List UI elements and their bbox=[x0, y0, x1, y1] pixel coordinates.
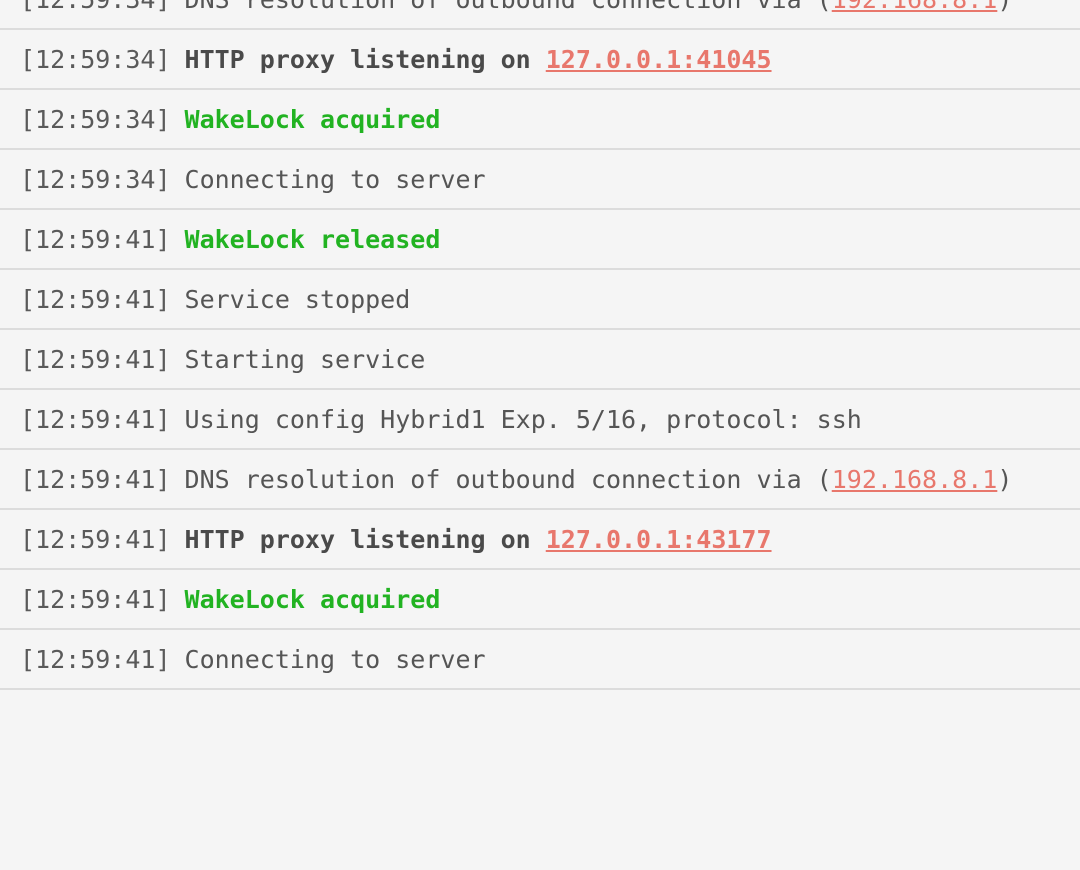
log-timestamp: [12:59:34] bbox=[20, 104, 171, 134]
log-entry: [12:59:41] WakeLock acquired bbox=[0, 570, 1080, 630]
log-entry: [12:59:41] HTTP proxy listening on 127.0.… bbox=[0, 510, 1080, 570]
log-message-text: Connecting to server bbox=[184, 164, 486, 194]
log-message: Using config Hybrid1 Exp. 5/16, protocol… bbox=[185, 405, 862, 434]
log-message-text: Starting service bbox=[184, 344, 426, 374]
log-timestamp: [12:59:41] bbox=[20, 344, 171, 374]
log-message-suffix: ) bbox=[997, 464, 1013, 494]
log-message: HTTP proxy listening on 127.0.0.1:41045 bbox=[185, 45, 772, 74]
log-message-text: WakeLock acquired bbox=[184, 104, 441, 134]
log-message-text: DNS resolution of outbound connection vi… bbox=[184, 464, 832, 494]
log-timestamp: [12:59:34] bbox=[20, 0, 171, 14]
log-message-suffix: ) bbox=[997, 0, 1012, 14]
log-entry: [12:59:34] DNS resolution of outbound con… bbox=[0, 0, 1080, 30]
log-address-link[interactable]: 192.168.8.1 bbox=[832, 465, 998, 494]
log-entry: [12:59:41] Service stopped bbox=[0, 270, 1080, 330]
log-entry: [12:59:34] WakeLock acquired bbox=[0, 90, 1080, 150]
log-message-text: Service stopped bbox=[184, 284, 411, 314]
log-address-link[interactable]: 127.0.0.1:43177 bbox=[546, 525, 772, 554]
log-message: Connecting to server bbox=[185, 645, 486, 674]
log-message-text: WakeLock released bbox=[184, 224, 441, 254]
log-entry: [12:59:41] Using config Hybrid1 Exp. 5/16… bbox=[0, 390, 1080, 450]
log-timestamp: [12:59:41] bbox=[20, 284, 171, 314]
log-message: WakeLock acquired bbox=[185, 105, 441, 134]
log-message: WakeLock acquired bbox=[185, 585, 441, 614]
log-entry: [12:59:41] Starting service bbox=[0, 330, 1080, 390]
log-timestamp: [12:59:41] bbox=[20, 584, 171, 614]
log-timestamp: [12:59:41] bbox=[20, 464, 171, 494]
log-list: [12:59:34] DNS resolution of outbound con… bbox=[0, 0, 1080, 690]
log-timestamp: [12:59:41] bbox=[20, 524, 171, 554]
log-message: Starting service bbox=[185, 345, 426, 374]
log-address-link[interactable]: 192.168.8.1 bbox=[832, 0, 998, 14]
log-timestamp: [12:59:41] bbox=[20, 224, 171, 254]
log-message: DNS resolution of outbound connection vi… bbox=[185, 0, 1013, 14]
log-entry: [12:59:41] Connecting to server bbox=[0, 630, 1080, 690]
log-address-link[interactable]: 127.0.0.1:41045 bbox=[546, 45, 772, 74]
log-message: DNS resolution of outbound connection vi… bbox=[185, 465, 1013, 494]
log-message: Connecting to server bbox=[185, 165, 486, 194]
log-message-text: Using config Hybrid1 Exp. 5/16, protocol… bbox=[184, 404, 862, 434]
log-timestamp: [12:59:34] bbox=[20, 44, 171, 74]
log-message-text: Connecting to server bbox=[184, 644, 486, 674]
log-entry: [12:59:34] Connecting to server bbox=[0, 150, 1080, 210]
log-timestamp: [12:59:34] bbox=[20, 164, 171, 194]
log-message-text: HTTP proxy listening on bbox=[184, 44, 546, 74]
log-message: WakeLock released bbox=[185, 225, 441, 254]
log-entry: [12:59:34] HTTP proxy listening on 127.0.… bbox=[0, 30, 1080, 90]
log-timestamp: [12:59:41] bbox=[20, 644, 171, 674]
log-timestamp: [12:59:41] bbox=[20, 404, 171, 434]
log-message-text: WakeLock acquired bbox=[184, 584, 441, 614]
log-message-text: HTTP proxy listening on bbox=[184, 524, 546, 554]
log-message-text: DNS resolution of outbound connection vi… bbox=[185, 0, 832, 14]
log-message: HTTP proxy listening on 127.0.0.1:43177 bbox=[185, 525, 772, 554]
log-message: Service stopped bbox=[185, 285, 411, 314]
log-entry: [12:59:41] WakeLock released bbox=[0, 210, 1080, 270]
log-entry: [12:59:41] DNS resolution of outbound con… bbox=[0, 450, 1080, 510]
